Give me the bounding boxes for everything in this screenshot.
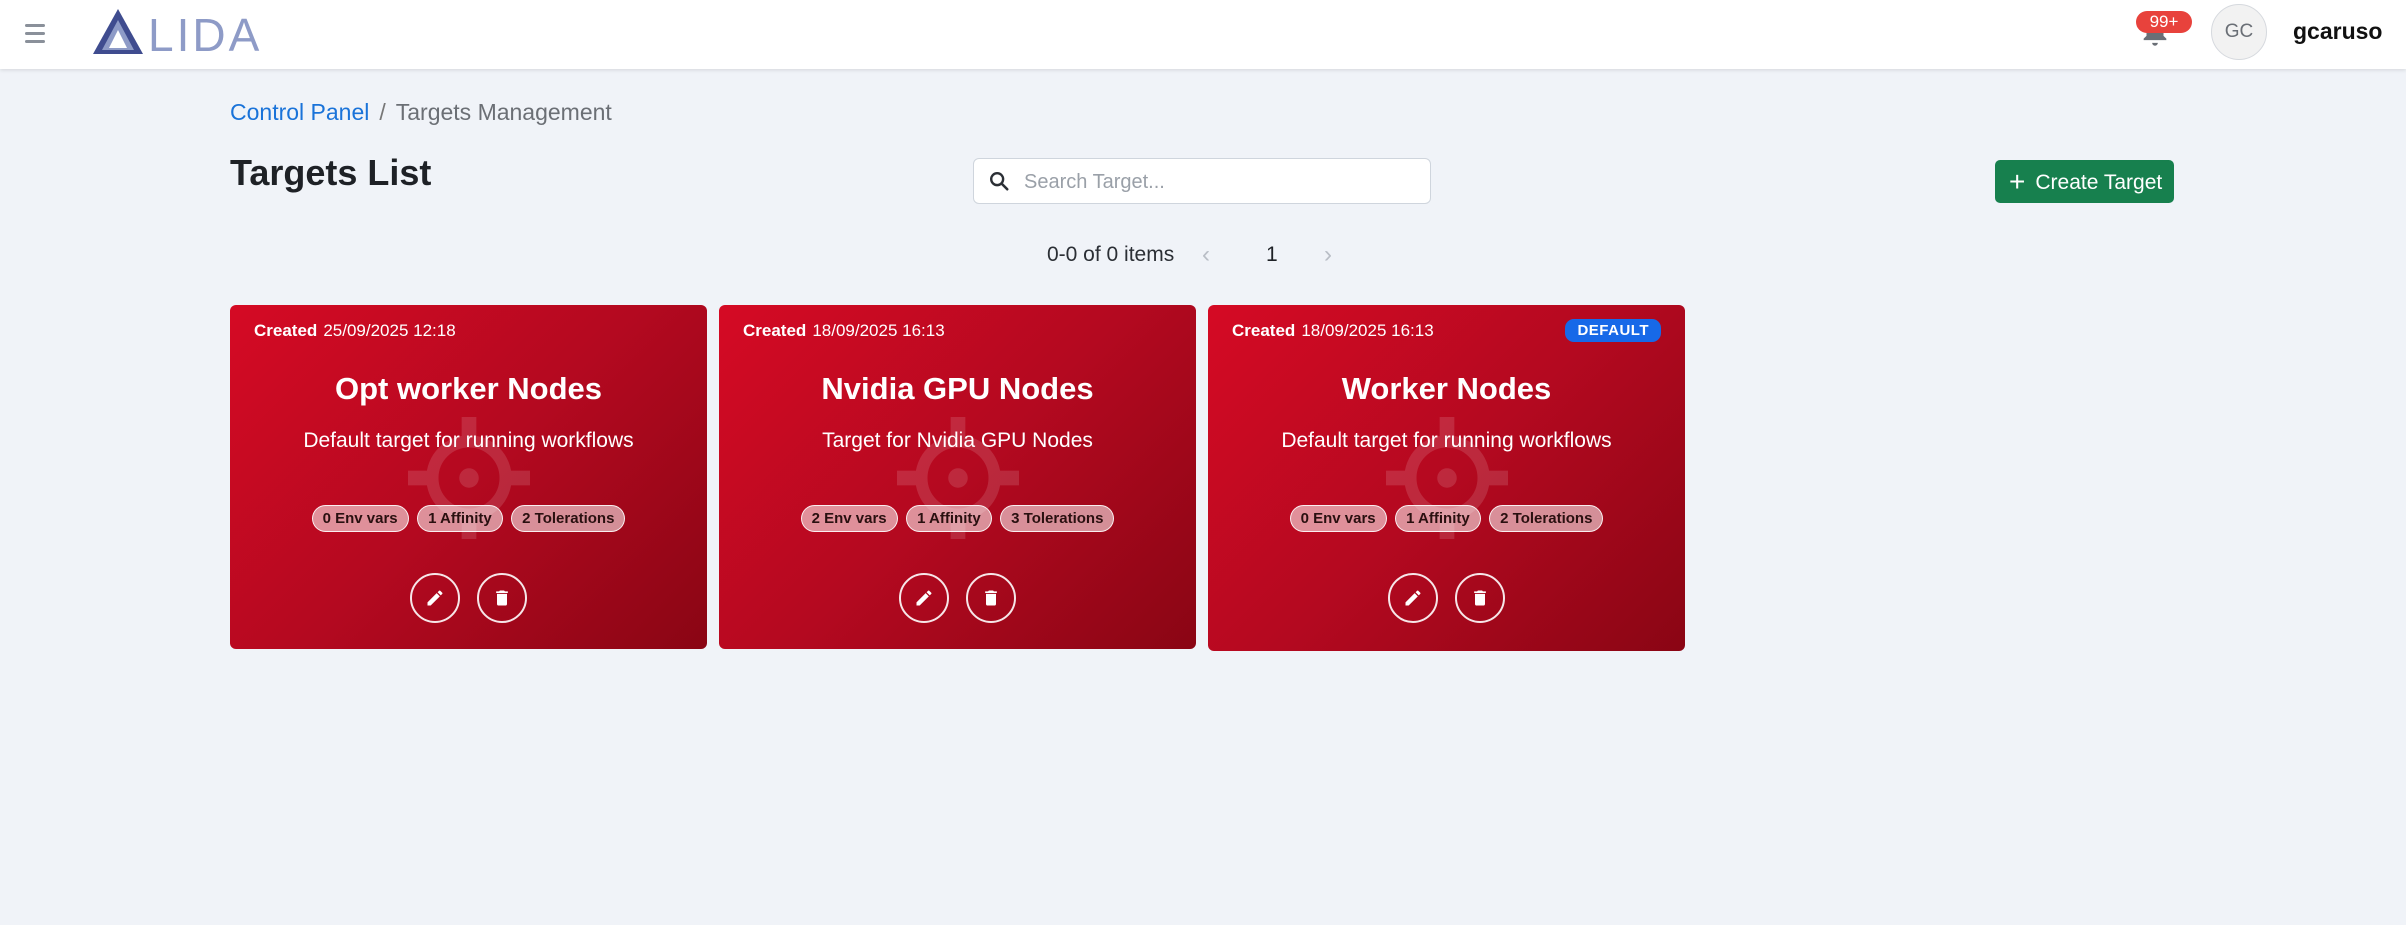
pagination-info: 0-0 of 0 items [1047, 243, 1175, 266]
created-date: 18/09/2025 16:13 [1301, 321, 1434, 340]
affinity-chip: 1 Affinity [417, 505, 503, 532]
page-title: Targets List [230, 152, 432, 193]
username[interactable]: gcaruso [2293, 18, 2382, 45]
hamburger-menu-icon[interactable] [22, 18, 48, 48]
edit-button[interactable] [410, 573, 461, 623]
card-created: Created 18/09/2025 16:13 [743, 321, 945, 341]
card-description: Default target for running workflows [1281, 429, 1612, 452]
card-created: Created 18/09/2025 16:13 [1232, 321, 1434, 341]
plus-icon: + [2009, 166, 2026, 197]
top-navbar: LIDA 99+ GC gcaruso [0, 0, 2406, 69]
edit-button[interactable] [899, 573, 950, 623]
pencil-icon [916, 590, 932, 606]
pencil-icon [427, 590, 443, 606]
card-created: Created 25/09/2025 12:18 [254, 321, 456, 341]
target-card[interactable]: Created 18/09/2025 16:13 Nvidia GPU Nodes… [719, 305, 1196, 649]
search-icon [990, 172, 1009, 191]
breadcrumb-current: Targets Management [395, 99, 612, 125]
env-vars-chip: 0 Env vars [1289, 505, 1387, 532]
search-input[interactable] [1022, 165, 1421, 199]
default-badge: DEFAULT [1565, 319, 1661, 342]
tolerations-chip: 2 Tolerations [511, 505, 626, 532]
card-chips: 2 Env vars 1 Affinity 3 Tolerations [719, 505, 1196, 532]
trash-icon [1473, 590, 1486, 606]
pagination-next-icon[interactable]: › [1324, 241, 1332, 269]
notification-badge: 99+ [2136, 11, 2192, 33]
avatar[interactable]: GC [2211, 4, 2267, 60]
create-target-button[interactable]: + Create Target [1995, 160, 2174, 203]
delete-button[interactable] [965, 573, 1016, 623]
create-target-label: Create Target [2035, 171, 2163, 194]
card-title: Nvidia GPU Nodes [821, 371, 1094, 406]
env-vars-chip: 2 Env vars [800, 505, 898, 532]
affinity-chip: 1 Affinity [1395, 505, 1481, 532]
created-label: Created [743, 321, 807, 340]
created-label: Created [1232, 321, 1296, 340]
target-card[interactable]: Created 25/09/2025 12:18 Opt worker Nodes… [230, 305, 707, 649]
breadcrumb: Control Panel / Targets Management [230, 99, 612, 126]
pagination-page-1[interactable]: 1 [1266, 243, 1278, 267]
card-actions [719, 573, 1196, 623]
affinity-chip: 1 Affinity [906, 505, 992, 532]
breadcrumb-separator: / [379, 99, 386, 125]
card-title: Worker Nodes [1341, 371, 1552, 406]
created-date: 18/09/2025 16:13 [812, 321, 945, 340]
card-chips: 0 Env vars 1 Affinity 2 Tolerations [1208, 505, 1685, 532]
trash-icon [984, 590, 997, 606]
tolerations-chip: 2 Tolerations [1489, 505, 1604, 532]
tolerations-chip: 3 Tolerations [1000, 505, 1115, 532]
lida-logo[interactable]: LIDA [90, 6, 260, 60]
delete-button[interactable] [476, 573, 527, 623]
card-chips: 0 Env vars 1 Affinity 2 Tolerations [230, 505, 707, 532]
card-description: Default target for running workflows [303, 429, 634, 452]
pagination-prev-icon[interactable]: ‹ [1202, 241, 1210, 269]
card-actions [230, 573, 707, 623]
pencil-icon [1405, 590, 1421, 606]
card-actions [1208, 573, 1685, 623]
target-card[interactable]: Created 18/09/2025 16:13 DEFAULT Worker N… [1208, 305, 1685, 651]
card-description: Target for Nvidia GPU Nodes [822, 429, 1093, 452]
breadcrumb-control-panel[interactable]: Control Panel [230, 99, 369, 125]
env-vars-chip: 0 Env vars [311, 505, 409, 532]
created-label: Created [254, 321, 318, 340]
created-date: 25/09/2025 12:18 [323, 321, 456, 340]
trash-icon [495, 590, 508, 606]
card-title: Opt worker Nodes [335, 371, 602, 406]
logo-text: LIDA [148, 9, 263, 61]
edit-button[interactable] [1388, 573, 1439, 623]
search-box [973, 158, 1431, 204]
lida-logo-icon [93, 9, 143, 54]
delete-button[interactable] [1454, 573, 1505, 623]
